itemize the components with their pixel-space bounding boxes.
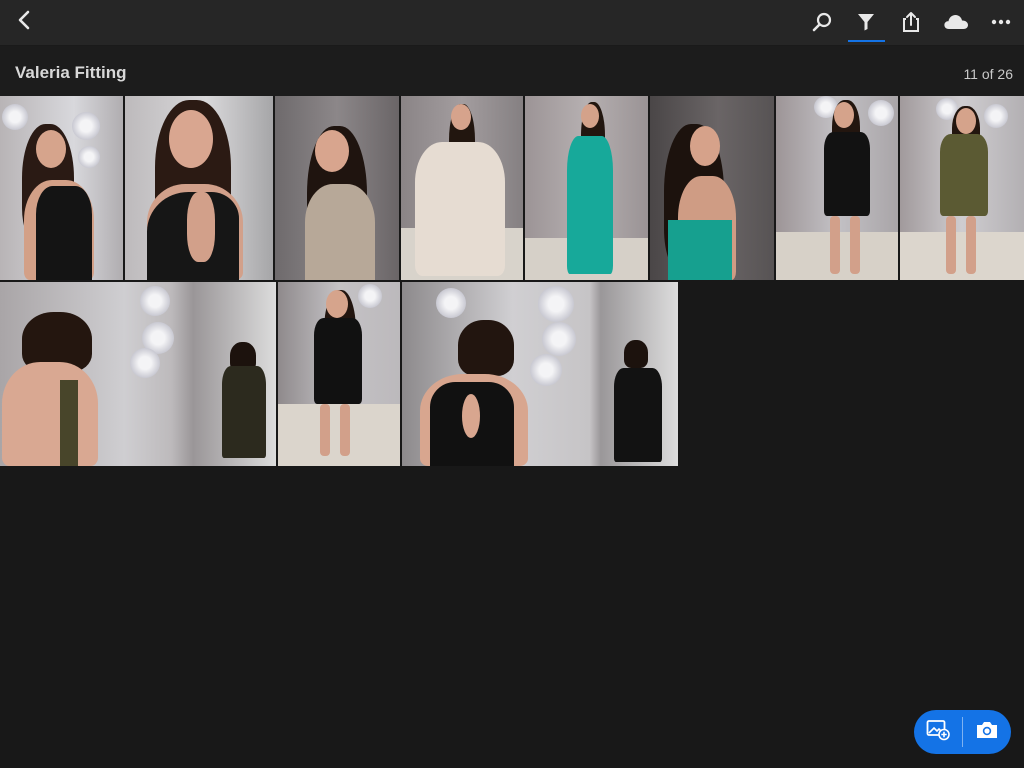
- cloud-button[interactable]: [940, 8, 972, 36]
- camera-button[interactable]: [963, 710, 1011, 754]
- photo-thumbnail[interactable]: [278, 282, 400, 466]
- photo-thumbnail[interactable]: [275, 96, 399, 280]
- chevron-left-icon: [17, 10, 31, 35]
- share-icon: [901, 11, 921, 33]
- add-photo-button[interactable]: [914, 710, 962, 754]
- more-button[interactable]: [986, 8, 1016, 36]
- cloud-icon: [943, 13, 969, 31]
- search-icon: [811, 11, 833, 33]
- photo-grid: [0, 96, 1024, 468]
- album-header: [0, 46, 1024, 96]
- album-title: Valeria Fitting: [15, 63, 127, 82]
- camera-icon: [975, 720, 999, 745]
- add-photo-icon: [926, 719, 950, 746]
- photo-thumbnail[interactable]: [0, 96, 123, 280]
- photo-thumbnail[interactable]: [650, 96, 774, 280]
- import-capture-fab: [914, 710, 1011, 754]
- photo-thumbnail[interactable]: [125, 96, 273, 280]
- photo-thumbnail[interactable]: [525, 96, 648, 280]
- photo-thumbnail[interactable]: [900, 96, 1024, 280]
- filter-active-indicator: [848, 40, 885, 42]
- photo-thumbnail[interactable]: [402, 282, 678, 466]
- photo-thumbnail[interactable]: [776, 96, 898, 280]
- share-button[interactable]: [896, 8, 926, 36]
- back-button[interactable]: [10, 8, 38, 36]
- top-toolbar: [0, 0, 1024, 46]
- photo-thumbnail[interactable]: [401, 96, 523, 280]
- filter-button[interactable]: [851, 8, 881, 36]
- filter-icon: [856, 12, 876, 32]
- search-button[interactable]: [807, 8, 837, 36]
- more-icon: [991, 19, 1011, 25]
- photo-thumbnail[interactable]: [0, 282, 276, 466]
- photo-count: 11 of 26: [963, 66, 1013, 82]
